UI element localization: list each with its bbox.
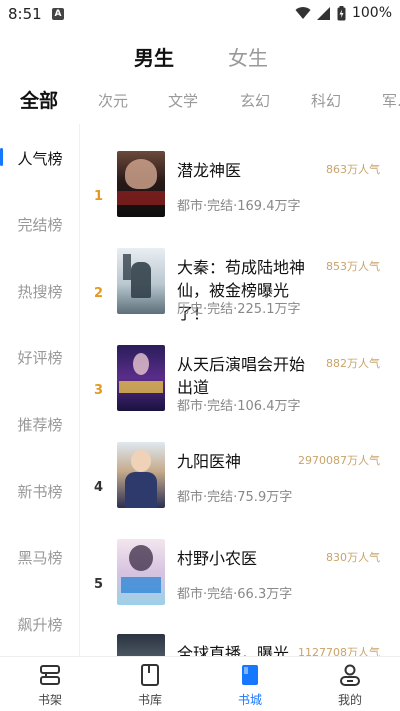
nav-bookshelf[interactable]: 书架 xyxy=(10,657,90,711)
popularity-count: 863万人气 xyxy=(326,163,380,176)
book-title: 村野小农医 xyxy=(177,549,258,568)
sidebar-item-rising[interactable]: 飙升榜 xyxy=(0,614,79,635)
nav-label: 书架 xyxy=(37,693,62,707)
battery-icon xyxy=(337,5,346,20)
rank-number: 3 xyxy=(94,383,104,398)
book-cover[interactable] xyxy=(117,442,165,508)
book-cover[interactable] xyxy=(117,345,165,411)
book-meta: 都市·完结·75.9万字 xyxy=(177,490,293,505)
tab-female[interactable]: 女生 xyxy=(228,42,268,71)
category-tab-scifi[interactable]: 科幻 xyxy=(311,90,341,111)
bookstore-icon xyxy=(242,665,258,685)
sidebar-item-completed[interactable]: 完结榜 xyxy=(0,214,79,235)
sidebar-item-dark-horse[interactable]: 黑马榜 xyxy=(0,547,79,568)
status-time: 8:51 xyxy=(8,5,42,23)
book-title: 全球直播，曝光 xyxy=(177,644,290,656)
rank-number: 2 xyxy=(94,286,104,301)
sidebar-item-hot-search[interactable]: 热搜榜 xyxy=(0,281,79,302)
book-meta: 都市·完结·106.4万字 xyxy=(177,399,301,414)
book-row[interactable]: 5 村野小农医 都市·完结·66.3万字 830万人气 xyxy=(80,539,400,631)
category-tabs: 全部 次元 文学 玄幻 科幻 军… xyxy=(0,86,400,114)
notification-icon: A xyxy=(52,8,64,20)
signal-icon xyxy=(316,6,330,20)
rank-number: 5 xyxy=(94,577,104,592)
book-cover[interactable] xyxy=(117,151,165,217)
sidebar-item-popularity[interactable]: 人气榜 xyxy=(0,148,79,169)
ranking-sidebar: 人气榜 完结榜 热搜榜 好评榜 推荐榜 新书榜 黑马榜 飙升榜 xyxy=(0,124,80,656)
book-cover[interactable] xyxy=(117,539,165,605)
bookshelf-icon xyxy=(40,665,60,685)
wifi-icon xyxy=(295,6,311,19)
sidebar-item-new-books[interactable]: 新书榜 xyxy=(0,481,79,502)
category-tab-military[interactable]: 军… xyxy=(382,90,400,111)
bottom-nav: 书架 书库 书城 我的 xyxy=(0,656,400,711)
popularity-count: 830万人气 xyxy=(326,551,380,564)
book-title: 从天后演唱会开始出道 xyxy=(177,355,306,397)
gender-tabs: 男生 女生 xyxy=(0,42,400,72)
sidebar-item-top-rated[interactable]: 好评榜 xyxy=(0,347,79,368)
category-tab-literature[interactable]: 文学 xyxy=(168,90,198,111)
status-icons: 100% xyxy=(295,5,392,21)
book-icon xyxy=(141,664,159,686)
category-tab-all[interactable]: 全部 xyxy=(20,86,58,113)
book-meta: 都市·完结·169.4万字 xyxy=(177,199,301,214)
nav-bookstore[interactable]: 书城 xyxy=(210,657,290,711)
category-tab-anime[interactable]: 次元 xyxy=(98,90,128,111)
book-title: 九阳医神 xyxy=(177,452,242,471)
popularity-count: 882万人气 xyxy=(326,357,380,370)
profile-icon xyxy=(340,664,360,686)
status-bar: 8:51 A 100% xyxy=(0,0,400,28)
tab-male[interactable]: 男生 xyxy=(134,42,174,71)
book-cover[interactable] xyxy=(117,634,165,656)
nav-profile[interactable]: 我的 xyxy=(310,657,390,711)
book-cover[interactable] xyxy=(117,248,165,314)
nav-library[interactable]: 书库 xyxy=(110,657,190,711)
book-meta: 都市·完结·66.3万字 xyxy=(177,587,293,602)
rank-number: 4 xyxy=(94,480,104,495)
book-row[interactable]: 4 九阳医神 都市·完结·75.9万字 2970087万人气 xyxy=(80,442,400,534)
book-row[interactable]: 全球直播，曝光 1127708万人气 xyxy=(80,634,400,656)
popularity-count: 1127708万人气 xyxy=(298,646,380,656)
book-list: 1 潜龙神医 都市·完结·169.4万字 863万人气 2 大秦：苟成陆地神仙，… xyxy=(80,124,400,656)
book-title: 潜龙神医 xyxy=(177,161,242,180)
nav-label: 我的 xyxy=(337,693,362,707)
category-tab-fantasy[interactable]: 玄幻 xyxy=(240,90,270,111)
book-row[interactable]: 3 从天后演唱会开始出道 都市·完结·106.4万字 882万人气 xyxy=(80,345,400,437)
sidebar-item-recommended[interactable]: 推荐榜 xyxy=(0,414,79,435)
battery-level: 100% xyxy=(351,5,392,21)
popularity-count: 2970087万人气 xyxy=(298,454,380,467)
book-row[interactable]: 2 大秦：苟成陆地神仙，被金榜曝光了！ 历史·完结·225.1万字 853万人气 xyxy=(80,248,400,340)
popularity-count: 853万人气 xyxy=(326,260,380,273)
rank-number: 1 xyxy=(94,189,104,204)
nav-label: 书城 xyxy=(237,693,262,707)
book-meta: 历史·完结·225.1万字 xyxy=(177,302,301,317)
book-row[interactable]: 1 潜龙神医 都市·完结·169.4万字 863万人气 xyxy=(80,151,400,243)
nav-label: 书库 xyxy=(137,693,162,707)
